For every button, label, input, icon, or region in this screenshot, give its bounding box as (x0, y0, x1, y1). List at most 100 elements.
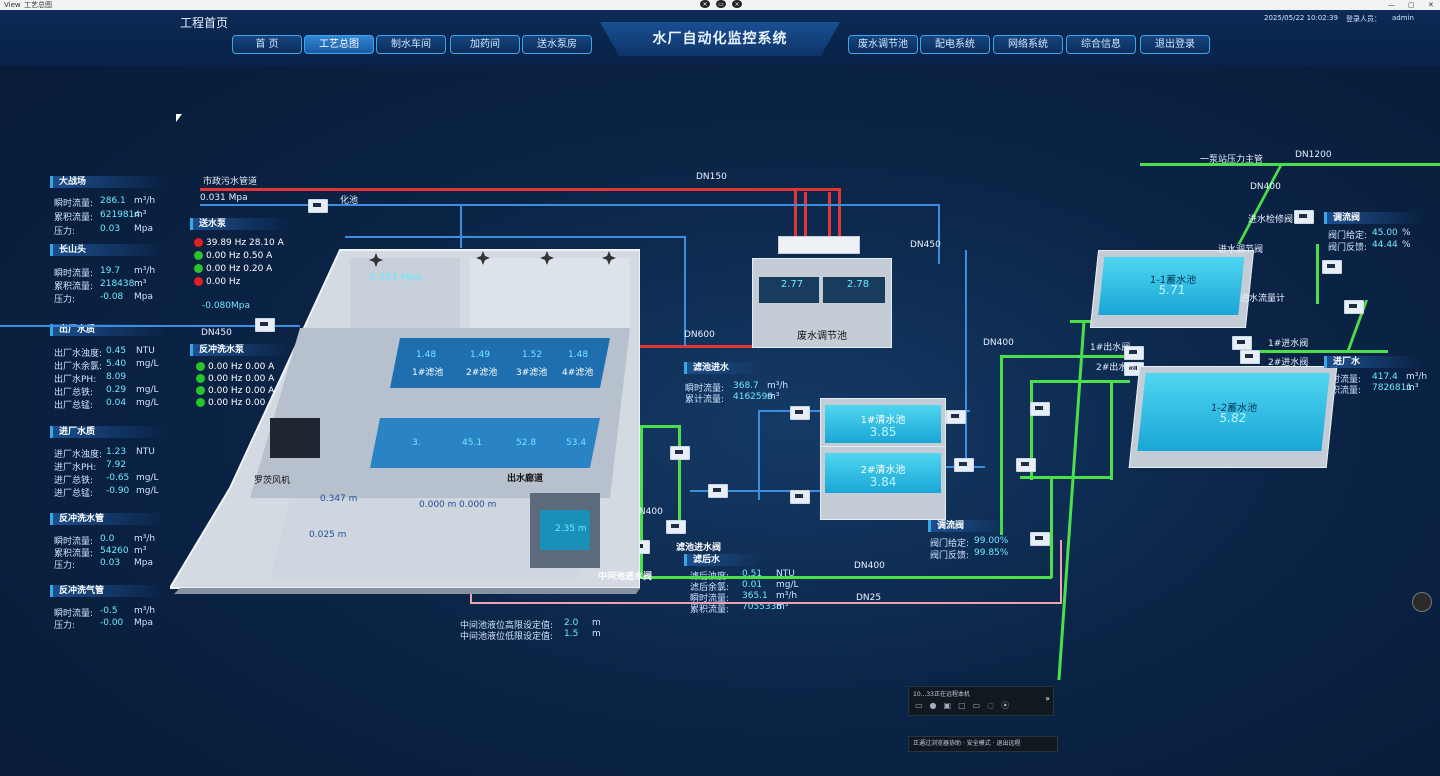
remote-icon[interactable]: ✕ (700, 0, 710, 8)
nav-power[interactable]: 配电系统 (920, 35, 990, 54)
reg2-fb: 44.44 (1372, 240, 1398, 250)
pipe-pink-v (1060, 540, 1062, 604)
valve-filter[interactable] (666, 520, 686, 534)
minimize-icon[interactable]: — (1388, 0, 1395, 10)
window-close-icon[interactable]: ✕ (1428, 0, 1434, 10)
outwater-unit: mg/L (136, 385, 159, 395)
filter-out-unit: m³/h (776, 591, 798, 601)
changshantou-value: 19.7 (100, 266, 121, 276)
label-dn1200: DN1200 (1295, 150, 1332, 160)
inwater-unit: mg/L (136, 486, 159, 496)
label-municipal: 市政污水管道 (203, 177, 258, 187)
close-icon[interactable]: × (732, 0, 742, 8)
label-in2: 2#进水阀 (1268, 358, 1309, 368)
reservoir-1-1-val: 5.71 (1157, 283, 1186, 297)
nav-wastewater[interactable]: 废水调节池 (848, 35, 918, 54)
pump-row: 39.89 Hz 28.10 A (194, 238, 284, 248)
maximize-icon[interactable]: ▢ (1408, 0, 1415, 10)
filter-out-label: 累积流量: (690, 605, 730, 615)
pool3-val: 52.8 (516, 438, 537, 448)
inflow-unit: m³/h (1406, 372, 1428, 382)
wastewater-inlet (778, 236, 860, 254)
valve-filter-in[interactable] (670, 446, 690, 460)
project-home-link[interactable]: 工程首页 (180, 14, 228, 31)
nav-process[interactable]: 工艺总图 (304, 35, 374, 54)
pipe-green-bottom (640, 576, 1052, 579)
reservoir-1-2[interactable]: 1-2蓄水池 5.82 (1128, 366, 1338, 468)
pipe-green-h5 (1020, 476, 1112, 479)
panel-title-backair: 反冲洗气管 (50, 585, 167, 597)
filter3-level: 1.52 (522, 350, 543, 360)
inwater-label: 进厂水浊度: (54, 450, 103, 460)
reservoir-1-1[interactable]: 1-1蓄水池 5.71 (1089, 250, 1255, 328)
mid-high-value: 2.0 (564, 618, 579, 628)
clear-tank-2-val: 3.84 (869, 475, 897, 489)
valve-reg3[interactable] (1030, 532, 1050, 546)
valve-septic[interactable] (308, 199, 328, 213)
mid-low-value: 1.5 (564, 629, 579, 639)
nav-workshop[interactable]: 制水车间 (376, 35, 446, 54)
valve-ct2-out[interactable] (954, 458, 974, 472)
fan-icon (602, 251, 616, 265)
dazhanchang-unit: m³ (134, 210, 147, 220)
outwater-row: 出厂总铁: 0.29 mg/L (54, 385, 159, 398)
pipe-green-down (1057, 320, 1086, 680)
pipe-green-v3 (1000, 355, 1003, 535)
valve-ct-in[interactable] (708, 484, 728, 498)
outwater-value: 0.04 (106, 398, 127, 408)
clear-tank-1-val: 3.85 (869, 425, 897, 439)
remote-toast[interactable]: 正通过浏览器协助 · 安全模式 · 退出远程 (908, 736, 1058, 752)
valve-in2[interactable] (1240, 350, 1260, 364)
nav-pump-room[interactable]: 送水泵房 (522, 35, 592, 54)
valve-ct2-in[interactable] (790, 490, 810, 504)
filter-in-value: 368.7 (733, 381, 759, 391)
valve-meter[interactable] (1344, 300, 1364, 314)
nav-logout[interactable]: 退出登录 (1140, 35, 1210, 54)
valve-reg2[interactable] (1016, 458, 1036, 472)
chat-toolbar[interactable]: ▭●▣▢▭◌⦿ (915, 700, 1016, 711)
wastewater-tank[interactable]: 2.77 2.78 废水调节池 (752, 258, 892, 348)
inwater-row: 进厂水PH: 7.92 (54, 460, 126, 473)
pump-reading: 39.89 Hz 28.10 A (206, 238, 284, 248)
nav-dosing[interactable]: 加药间 (450, 35, 520, 54)
outwater-row: 出厂水PH: 8.09 (54, 372, 126, 385)
level-v4: 0.000 m (459, 500, 497, 510)
pipe-blue-right (938, 204, 940, 264)
window-app-name: View (4, 1, 21, 9)
clear-tank-2[interactable]: 2#清水池 3.84 (820, 446, 946, 520)
fullscreen-icon[interactable]: ▭ (716, 0, 726, 8)
label-dn400c: DN400 (854, 561, 885, 571)
valve-ct1-in[interactable] (790, 406, 810, 420)
clear-tank-1[interactable]: 1#清水池 3.85 (820, 398, 946, 450)
nav-home[interactable]: 首 页 (232, 35, 302, 54)
chat-title: 10...33正在远程本机 (913, 691, 970, 698)
backair-label: 压力: (54, 621, 76, 631)
valve-adjust[interactable] (1322, 260, 1342, 274)
inwater-label: 进厂总锰: (54, 489, 94, 499)
dazhanchang-row: 压力: 0.03 Mpa (54, 224, 153, 237)
outwater-row: 出厂水余氯: 5.40 mg/L (54, 359, 159, 372)
reg-valve2-title: 调流阀 (1324, 212, 1423, 224)
pool1-val: 3. (412, 438, 421, 448)
pipe-green-v8 (678, 425, 681, 525)
filter-in-unit: m³/h (767, 381, 789, 391)
reservoir-1-2-val: 5.82 (1218, 411, 1247, 425)
avatar[interactable] (1412, 592, 1432, 612)
pipe-blue-4 (965, 250, 967, 470)
valve-in1[interactable] (1232, 336, 1252, 350)
inwater-value: 1.23 (106, 447, 127, 457)
valve-ct1-out[interactable] (946, 410, 966, 424)
remote-chat-box[interactable]: 10...33正在远程本机 ▭●▣▢▭◌⦿ » (908, 686, 1054, 716)
chat-expand-icon[interactable]: » (1045, 694, 1050, 703)
valve-reg1[interactable] (1030, 402, 1050, 416)
status-dot-icon (194, 238, 203, 247)
pipe-green-h4 (1030, 380, 1130, 383)
valve-maint[interactable] (1294, 210, 1314, 224)
filter1-name: 1#滤池 (412, 368, 444, 378)
nav-network[interactable]: 网络系统 (993, 35, 1063, 54)
reg1-set: 99.00% (974, 536, 1009, 546)
nav-info[interactable]: 综合信息 (1066, 35, 1136, 54)
backair-value: -0.00 (100, 618, 124, 628)
inwater-value: 7.92 (106, 460, 127, 470)
window-tab[interactable]: 工艺总图 (24, 0, 52, 10)
